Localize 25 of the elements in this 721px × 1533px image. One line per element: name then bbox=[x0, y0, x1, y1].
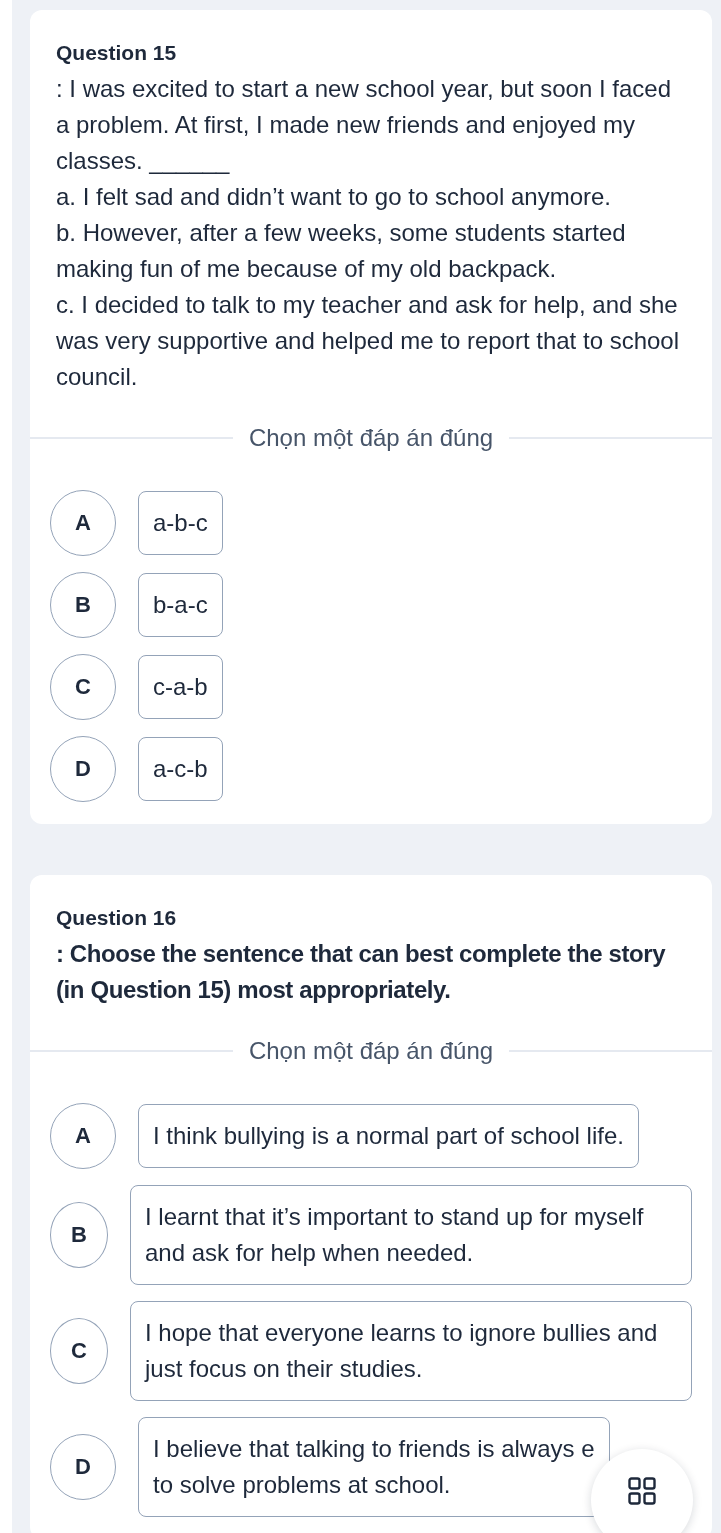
story-sentence: a. I felt sad and didn’t want to go to school anymore. bbox=[56, 182, 612, 212]
answer-option[interactable]: c-a-b bbox=[138, 655, 223, 719]
option-letter[interactable]: D bbox=[50, 736, 116, 802]
option-letter[interactable]: A bbox=[50, 490, 116, 556]
instruction-text: Chọn một đáp án đúng bbox=[247, 424, 495, 452]
story-sentence: c. I decided to talk to my teacher and ask for help, and she was very supportive and helped me to report that to school council. bbox=[56, 290, 680, 392]
answer-option[interactable]: b-a-c bbox=[138, 573, 223, 637]
question-title: Question 16 bbox=[56, 905, 178, 931]
answer-option[interactable]: a-c-b bbox=[138, 737, 223, 801]
option-letter[interactable]: C bbox=[50, 1318, 108, 1384]
answer-option[interactable]: I hope that everyone learns to ignore bullies and just focus on their studies. bbox=[130, 1301, 692, 1401]
grid-icon bbox=[628, 1477, 656, 1505]
answer-option[interactable]: I believe that talking to friends is always e to solve problems at school. bbox=[138, 1417, 610, 1517]
story-sentence: b. However, after a few weeks, some students started making fun of me because of my old backpack. bbox=[56, 218, 627, 284]
option-letter[interactable]: B bbox=[50, 572, 116, 638]
option-letter[interactable]: C bbox=[50, 654, 116, 720]
instruction-text: Chọn một đáp án đúng bbox=[247, 1037, 495, 1065]
option-letter[interactable]: D bbox=[50, 1434, 116, 1500]
answer-option[interactable]: I think bullying is a normal part of school life. bbox=[138, 1104, 639, 1168]
question-text: : Choose the sentence that can best complete the story (in Question 15) most appropriately. bbox=[56, 939, 667, 1005]
option-letter[interactable]: A bbox=[50, 1103, 116, 1169]
answer-option[interactable]: a-b-c bbox=[138, 491, 223, 555]
answer-option[interactable]: I learnt that it’s important to stand up for myself and ask for help when needed. bbox=[130, 1185, 692, 1285]
option-letter[interactable]: B bbox=[50, 1202, 108, 1268]
question-title: Question 15 bbox=[56, 40, 178, 66]
